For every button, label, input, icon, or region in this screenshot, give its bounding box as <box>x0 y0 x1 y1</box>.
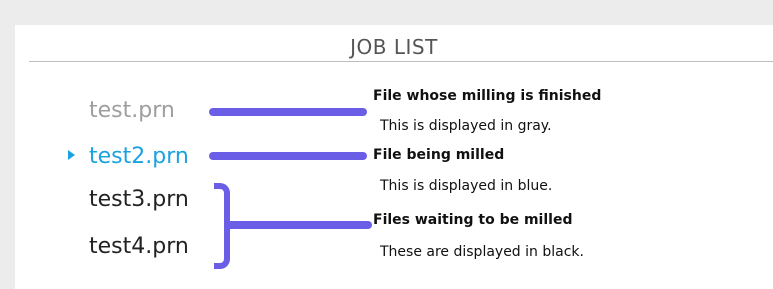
annotation-connector-finished <box>209 108 367 116</box>
annotation-title-active: File being milled <box>373 147 505 163</box>
annotation-desc-waiting: These are displayed in black. <box>380 244 584 260</box>
job-list-panel: JOB LIST test.prn test2.prn test3.prn te… <box>15 25 773 289</box>
job-item-active[interactable]: test2.prn <box>89 144 189 170</box>
annotation-title-finished: File whose milling is finished <box>373 88 602 104</box>
job-item-waiting[interactable]: test4.prn <box>89 234 189 260</box>
job-list-title: JOB LIST <box>350 35 438 59</box>
annotation-desc-active: This is displayed in blue. <box>380 178 553 194</box>
annotation-connector-active <box>209 152 367 160</box>
play-triangle-icon <box>68 150 75 160</box>
header-divider <box>29 61 773 62</box>
job-item-waiting[interactable]: test3.prn <box>89 187 189 213</box>
job-item-finished[interactable]: test.prn <box>89 98 175 124</box>
annotation-desc-finished: This is displayed in gray. <box>380 118 552 134</box>
annotation-connector-waiting <box>224 221 372 229</box>
annotation-title-waiting: Files waiting to be milled <box>373 212 573 228</box>
